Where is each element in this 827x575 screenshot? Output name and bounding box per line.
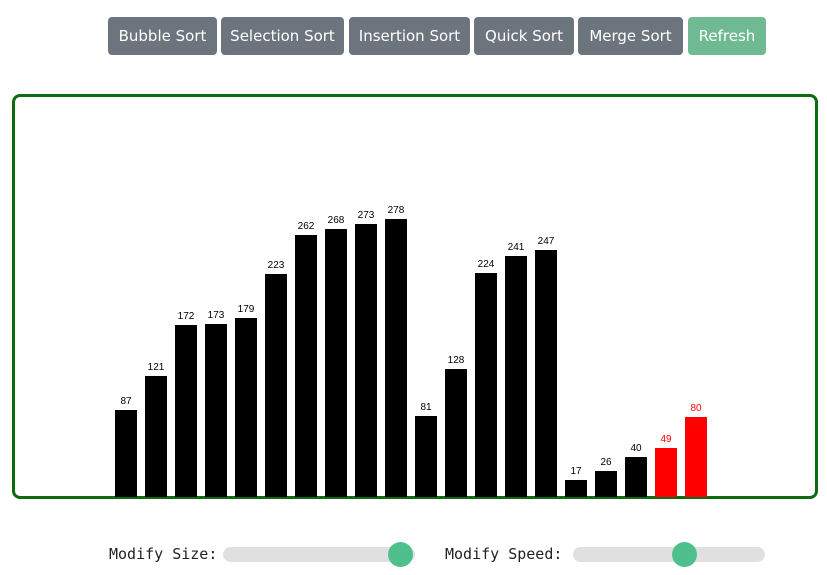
bar — [445, 369, 467, 497]
speed-label: Modify Speed: — [445, 545, 563, 563]
bar — [565, 480, 587, 497]
bar — [115, 410, 137, 497]
speed-slider[interactable] — [573, 547, 765, 562]
bar-value-label: 278 — [387, 205, 405, 216]
bar-value-label: 81 — [420, 402, 432, 413]
bar — [385, 219, 407, 497]
bar — [235, 318, 257, 497]
bar-value-label: 179 — [237, 304, 255, 315]
bar — [595, 471, 617, 497]
bar — [625, 457, 647, 497]
bar-value-label: 224 — [477, 259, 495, 270]
bar-value-label: 128 — [447, 355, 465, 366]
bar — [475, 273, 497, 497]
bar-value-label: 121 — [147, 362, 165, 373]
bar — [655, 448, 677, 497]
bar-chart: 87 121 172 173 179 223 262 268 273 278 81 128 224 241… — [0, 0, 827, 575]
size-slider-thumb[interactable] — [387, 542, 413, 567]
bar — [535, 250, 557, 497]
bar-value-label: 87 — [120, 396, 132, 407]
bar-value-label: 223 — [267, 260, 285, 271]
size-slider[interactable] — [223, 547, 415, 562]
bar — [205, 324, 227, 497]
bar-value-label: 49 — [660, 434, 672, 445]
bar — [265, 274, 287, 497]
size-label: Modify Size: — [109, 545, 218, 563]
bar-value-label: 26 — [600, 457, 612, 468]
bar — [145, 376, 167, 497]
bar — [415, 416, 437, 497]
bar — [685, 417, 707, 497]
bar — [295, 235, 317, 497]
bar — [505, 256, 527, 497]
bar — [175, 325, 197, 497]
bar-value-label: 80 — [690, 403, 702, 414]
bar-value-label: 247 — [537, 236, 555, 247]
bar — [325, 229, 347, 497]
bar — [355, 224, 377, 497]
